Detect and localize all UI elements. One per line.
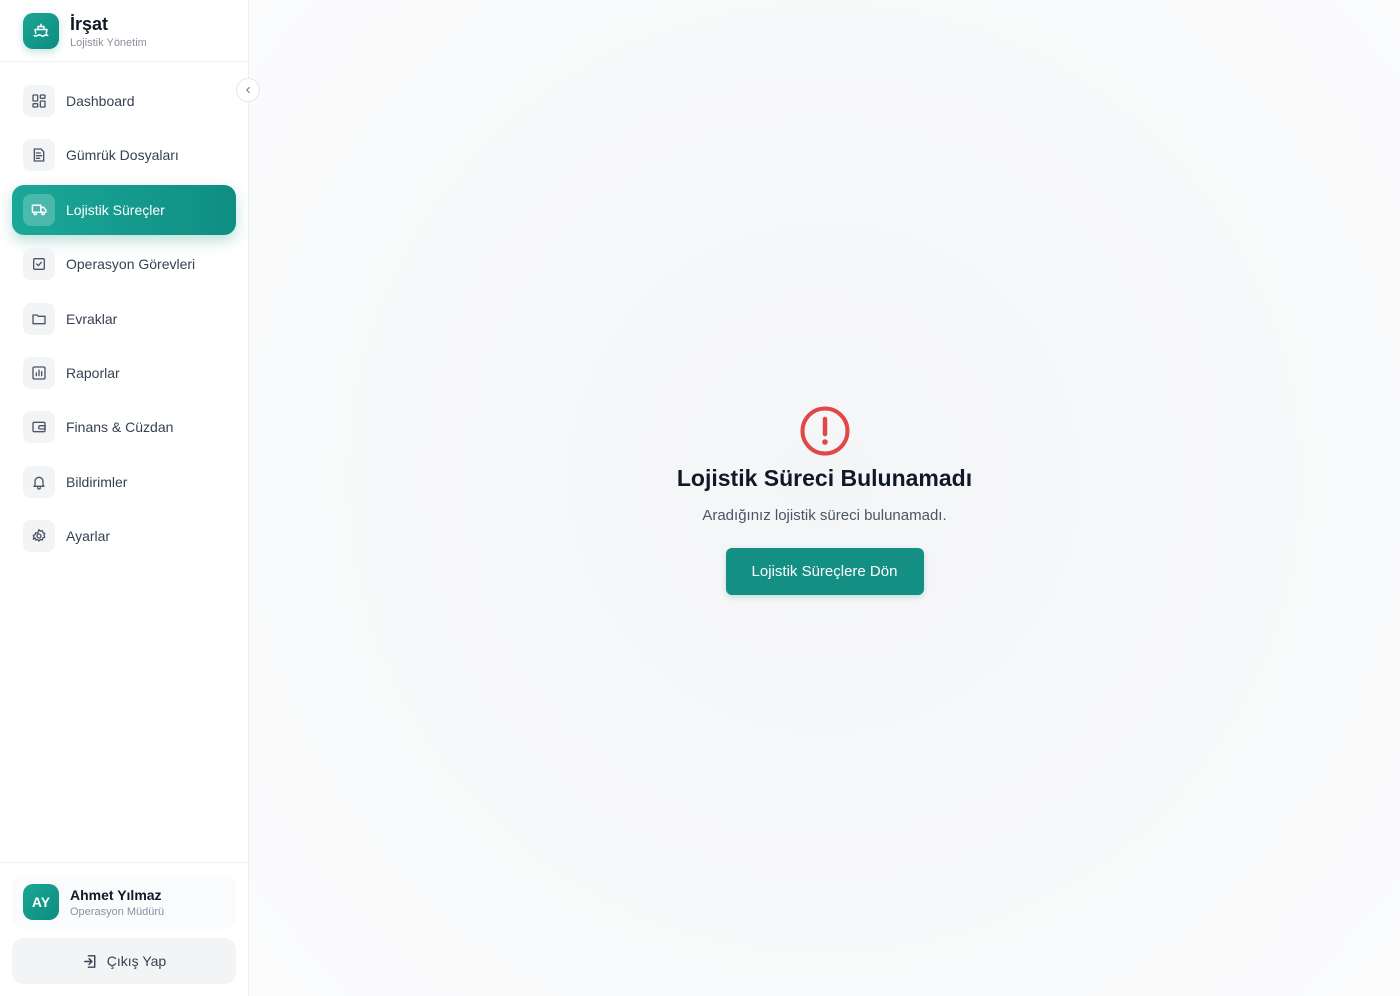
sidebar-item-label: Evraklar: [66, 310, 118, 327]
sidebar-item-label: Dashboard: [66, 93, 135, 109]
sidebar-item-reports[interactable]: Raporlar: [12, 348, 236, 398]
not-found-panel: Lojistik Süreci Bulunamadı Aradığınız lo…: [249, 405, 1400, 595]
sidebar-item-label: Raporlar: [66, 364, 120, 381]
checkbox-icon: [23, 248, 55, 281]
sidebar-item-label: Bildirimler: [66, 473, 128, 490]
grid-icon: [23, 85, 55, 117]
sidebar-item-label: Lojistik Süreçler: [66, 201, 165, 218]
folder-icon: [23, 302, 55, 335]
user-role: Operasyon Müdürü: [70, 905, 165, 918]
wallet-icon: [23, 411, 55, 444]
brand-header: İrşat Lojistik Yönetim: [0, 0, 248, 62]
logout-button[interactable]: Çıkış Yap: [12, 938, 236, 984]
sidebar-item-logistics-processes[interactable]: Lojistik Süreçler: [12, 184, 236, 235]
sidebar-item-label: Gümrük Dosyaları: [66, 147, 179, 164]
user-area: AY Ahmet Yılmaz Operasyon Müdürü Çıkış Y…: [0, 862, 248, 996]
sidebar-item-customs-files[interactable]: Gümrük Dosyaları: [12, 130, 236, 180]
logout-label: Çıkış Yap: [106, 953, 167, 969]
error-description: Aradığınız lojistik süreci bulunamadı.: [702, 507, 947, 524]
user-card[interactable]: AY Ahmet Yılmaz Operasyon Müdürü: [12, 875, 236, 929]
error-title: Lojistik Süreci Bulunamadı: [676, 465, 973, 491]
sidebar-nav: Dashboard Gümrük Dosyaları Lojistik Süre…: [12, 76, 236, 566]
sidebar-collapse-button[interactable]: [236, 78, 260, 102]
brand-subtitle: Lojistik Yönetim: [70, 36, 147, 49]
avatar: AY: [23, 884, 59, 920]
sidebar-item-documents[interactable]: Evraklar: [12, 294, 236, 344]
chevron-left-icon: [243, 85, 253, 95]
sidebar-item-notifications[interactable]: Bildirimler: [12, 457, 236, 507]
brand-name: İrşat: [70, 13, 109, 34]
sidebar-item-operation-tasks[interactable]: Operasyon Görevleri: [12, 239, 236, 289]
bar-chart-icon: [23, 356, 55, 389]
bell-icon: [23, 465, 55, 498]
sidebar-item-label: Ayarlar: [66, 528, 111, 545]
back-to-logistics-button[interactable]: Lojistik Süreçlere Dön: [725, 548, 924, 595]
sidebar-item-label: Finans & Cüzdan: [66, 419, 174, 436]
truck-icon: [23, 193, 55, 226]
user-name: Ahmet Yılmaz: [70, 886, 162, 903]
sidebar: İrşat Lojistik Yönetim Dashboard Gümrük …: [0, 0, 249, 996]
sidebar-item-label: Operasyon Görevleri: [66, 256, 196, 273]
ship-icon[interactable]: [23, 12, 59, 49]
sidebar-item-finance-wallet[interactable]: Finans & Cüzdan: [12, 402, 236, 452]
gear-icon: [23, 520, 55, 553]
document-icon: [23, 139, 55, 172]
alert-circle-icon: [799, 405, 851, 457]
logout-icon: [82, 953, 99, 970]
sidebar-item-dashboard[interactable]: Dashboard: [12, 76, 236, 126]
sidebar-item-settings[interactable]: Ayarlar: [12, 511, 236, 561]
main-content: Lojistik Süreci Bulunamadı Aradığınız lo…: [249, 0, 1400, 996]
